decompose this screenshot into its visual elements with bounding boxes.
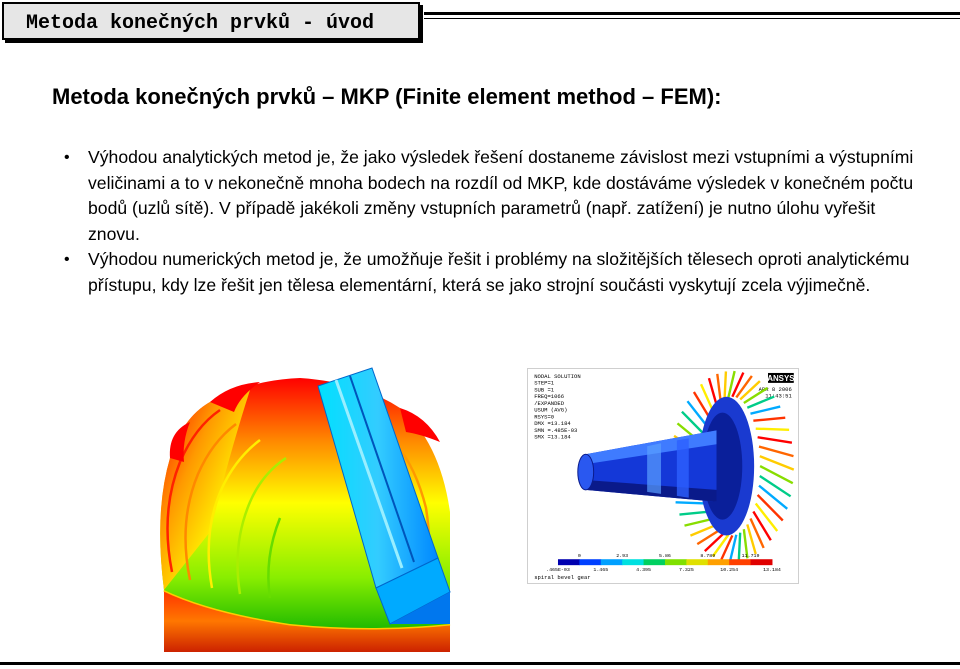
gear-tooth [755,427,790,432]
bullet-text: Výhodou analytických metod je, že jako v… [88,147,914,244]
gear-tooth [723,371,728,400]
legend-swatch [686,559,709,566]
legend-swatch [643,559,666,566]
gear-tooth [737,532,742,561]
ansys-color-legend [557,559,773,566]
legend-swatch [557,559,580,566]
footer-rule [0,662,960,665]
legend-swatch [729,559,752,566]
bullet-item: • Výhodou analytických metod je, že jako… [64,145,914,247]
fem-gear-model-image [160,367,451,652]
ansys-caption: spiral bevel gear [534,574,590,581]
bullet-dot-icon: • [64,251,70,269]
legend-swatch [664,559,687,566]
legend-tick-label: 2.93 [616,553,628,559]
bullet-item: • Výhodou numerických metod je, že umožň… [64,247,914,298]
ansys-logo-text: ANSYS [767,374,794,383]
bullet-list: • Výhodou analytických metod je, že jako… [64,145,914,299]
legend-swatch [622,559,645,566]
header-rule [424,12,960,15]
legend-swatch [579,559,602,566]
legend-tick-label: 10.254 [720,567,738,573]
legend-tick-label: 5.86 [659,553,671,559]
legend-tick-label: 13.184 [763,567,781,573]
ansys-bevel-gear-image: NODAL SOLUTIONSTEP=1SUB =1FREQ=1066/EXPA… [527,368,799,584]
legend-tick-label: 8.789 [700,553,715,559]
legend-tick-label: 11.719 [742,553,760,559]
ansys-logo: ANSYS [767,372,795,383]
header-rule-thin [424,18,960,19]
slide-heading: Metoda konečných prvků – MKP (Finite ele… [52,84,722,109]
legend-tick-label: 0 [578,553,581,559]
bullet-text: Výhodou numerických metod je, že umožňuj… [88,249,910,295]
bullet-dot-icon: • [64,149,70,166]
legend-swatch [707,559,730,566]
legend-swatch [750,559,773,566]
legend-tick-label: .465E-03 [546,567,570,573]
legend-tick-label: 4.395 [636,567,651,573]
ansys-info-line: SMX =13.184 [534,434,571,441]
slide-header-title: Metoda konečných prvků - úvod [2,2,420,40]
legend-tick-label: 7.325 [679,567,694,573]
legend-swatch [600,559,623,566]
legend-tick-label: 1.465 [593,567,608,573]
